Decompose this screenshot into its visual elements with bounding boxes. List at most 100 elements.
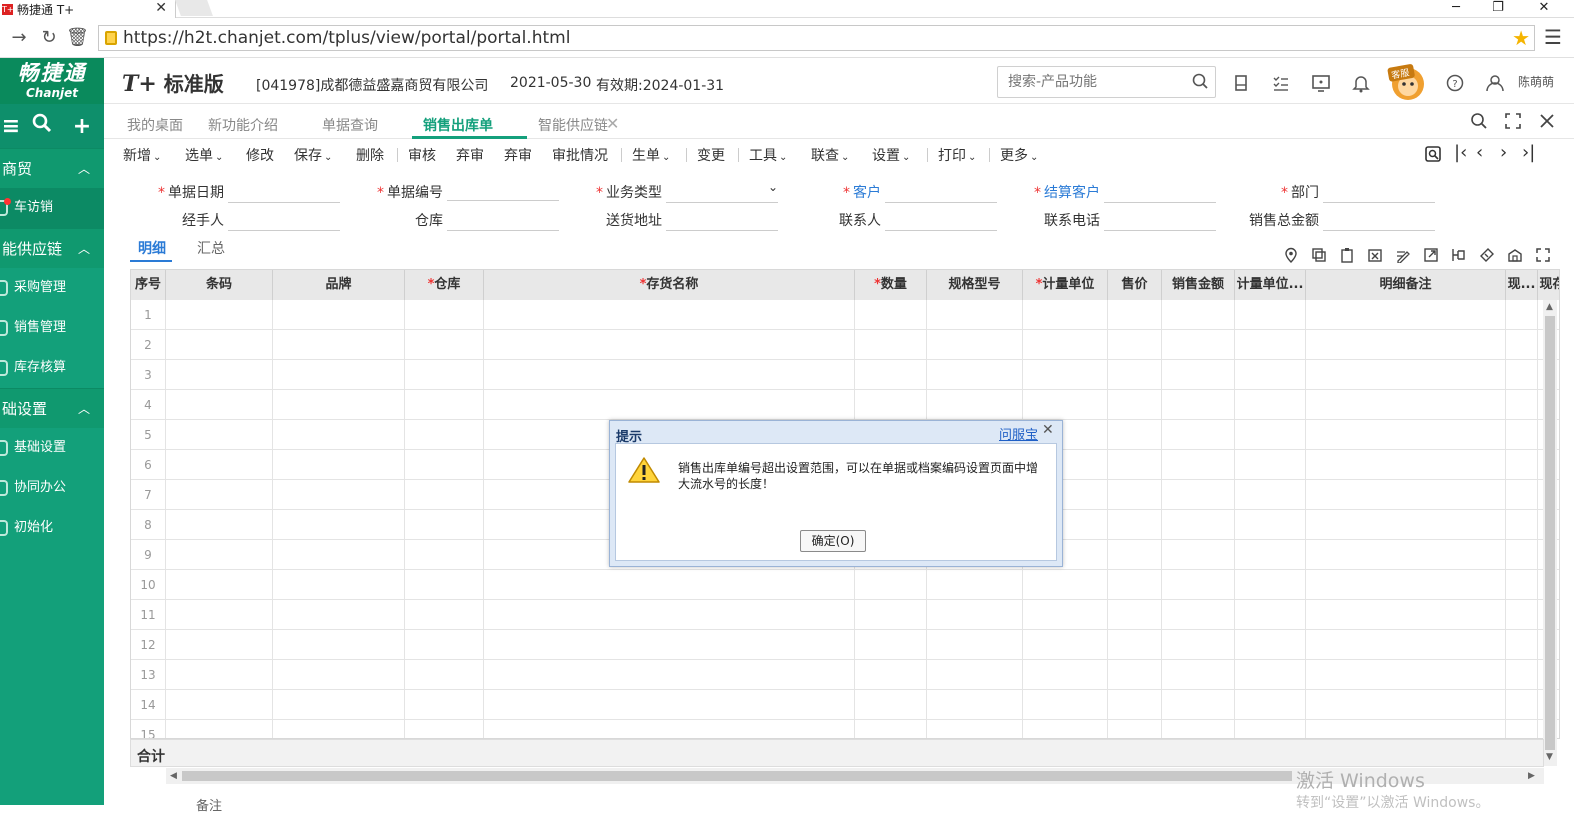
sidebar-item-init[interactable]: 初始化: [0, 508, 104, 548]
forward-icon[interactable]: →: [8, 26, 30, 50]
scroll-right-icon[interactable]: ▶: [1528, 771, 1535, 781]
code-field[interactable]: [447, 200, 559, 201]
help-icon[interactable]: ?: [1444, 72, 1466, 94]
warehouse-icon[interactable]: [1507, 247, 1523, 263]
sidebar-add-icon[interactable]: +: [62, 114, 102, 139]
unaudit-button[interactable]: 弃审: [456, 145, 484, 165]
address-field[interactable]: [666, 230, 778, 231]
search-icon[interactable]: [1470, 112, 1488, 130]
tools-button[interactable]: 工具 ⌄: [749, 145, 787, 165]
close-window-icon[interactable]: ✕: [1524, 0, 1564, 18]
tab-new-features[interactable]: 新功能介绍: [208, 115, 278, 135]
approval-status-button[interactable]: 审批情况: [552, 145, 608, 165]
close-tab-icon[interactable]: ✕: [606, 114, 619, 133]
new-tab-button[interactable]: [175, 0, 213, 16]
customer-field[interactable]: [885, 202, 997, 203]
scroll-up-icon[interactable]: ▲: [1546, 302, 1553, 312]
change-button[interactable]: 变更: [697, 145, 725, 165]
linked-query-button[interactable]: 联查 ⌄: [811, 145, 849, 165]
scroll-down-icon[interactable]: ▼: [1546, 752, 1553, 762]
search-icon[interactable]: [1191, 72, 1209, 90]
print-button[interactable]: 打印 ⌄: [938, 145, 976, 165]
generate-button[interactable]: 生单 ⌄: [632, 145, 670, 165]
fullscreen-icon[interactable]: [1504, 112, 1522, 130]
delete-row-icon[interactable]: [1367, 247, 1383, 263]
table-row[interactable]: 3: [131, 360, 1559, 390]
user-avatar-icon[interactable]: [1484, 72, 1506, 94]
next-page-icon[interactable]: ›: [1500, 143, 1507, 163]
monitor-icon[interactable]: [1310, 72, 1332, 94]
table-row[interactable]: 1: [131, 300, 1559, 330]
horizontal-scroll-thumb[interactable]: [182, 771, 1292, 781]
column-header[interactable]: *存货名称: [484, 270, 855, 300]
close-icon[interactable]: ✕: [1042, 422, 1054, 438]
edit-button[interactable]: 修改: [246, 145, 274, 165]
column-header[interactable]: 序号: [131, 270, 166, 300]
table-row[interactable]: 11: [131, 600, 1559, 630]
table-row[interactable]: 15: [131, 720, 1559, 738]
settings-button[interactable]: 设置 ⌄: [872, 145, 910, 165]
customer-service-mascot-icon[interactable]: 客服: [1380, 62, 1434, 102]
edit-row-icon[interactable]: [1395, 247, 1411, 263]
tag-icon[interactable]: [1479, 247, 1495, 263]
bookmark-icon[interactable]: [1230, 72, 1252, 94]
handler-field[interactable]: [228, 230, 340, 231]
prev-page-icon[interactable]: ‹: [1476, 143, 1483, 163]
vertical-scroll-thumb[interactable]: [1545, 316, 1555, 750]
sidebar-search-icon[interactable]: [22, 113, 62, 139]
column-header[interactable]: *计量单位: [1023, 270, 1108, 300]
column-header[interactable]: 计量单位...: [1235, 270, 1306, 300]
tab-sales-outbound[interactable]: 销售出库单: [423, 115, 493, 135]
sidebar-item-basic-settings[interactable]: 基础设置: [0, 428, 104, 468]
dept-field[interactable]: [1323, 202, 1435, 203]
notification-bell-icon[interactable]: [1350, 72, 1372, 94]
split-icon[interactable]: [1451, 247, 1467, 263]
menu-icon[interactable]: ≡: [0, 114, 22, 139]
column-header[interactable]: 明细备注: [1306, 270, 1506, 300]
column-header[interactable]: 品牌: [273, 270, 405, 300]
tab-smart-supply-chain[interactable]: 智能供应链: [538, 115, 608, 135]
sidebar-item-sales[interactable]: 销售管理: [0, 308, 104, 348]
column-header[interactable]: 规格型号: [927, 270, 1023, 300]
date-field[interactable]: [228, 202, 340, 203]
username[interactable]: 陈萌萌: [1518, 73, 1554, 90]
browser-tab[interactable]: T+ 畅捷通 T+ ✕: [0, 0, 176, 18]
locate-document-icon[interactable]: [1424, 145, 1442, 163]
reload-icon[interactable]: ↻: [38, 26, 60, 50]
trash-icon[interactable]: 🗑: [66, 26, 89, 50]
sidebar-item-purchase[interactable]: 采购管理: [0, 268, 104, 308]
url-field[interactable]: https://h2t.chanjet.com/tplus/view/porta…: [98, 25, 1535, 51]
sidebar-group-supply-chain[interactable]: 能供应链 ︿: [0, 228, 104, 268]
ok-button[interactable]: 确定(O): [800, 530, 866, 552]
warehouse-field[interactable]: [447, 230, 559, 231]
more-button[interactable]: 更多 ⌄: [1000, 145, 1038, 165]
sidebar-group-trade[interactable]: 商贸 ︿: [0, 148, 104, 188]
table-row[interactable]: 4: [131, 390, 1559, 420]
table-row[interactable]: 12: [131, 630, 1559, 660]
column-header[interactable]: *数量: [855, 270, 927, 300]
first-page-icon[interactable]: |‹: [1454, 143, 1467, 163]
tab-summary[interactable]: 汇总: [197, 238, 225, 258]
tab-detail[interactable]: 明细: [138, 238, 166, 258]
delete-button[interactable]: 删除: [356, 145, 384, 165]
save-button[interactable]: 保存 ⌄: [294, 145, 332, 165]
customer-label[interactable]: * 客户: [771, 182, 881, 202]
tab-my-desktop[interactable]: 我的桌面: [127, 115, 183, 135]
sidebar-item-car-sales[interactable]: 车访销: [0, 188, 104, 228]
minimize-icon[interactable]: ─: [1436, 0, 1476, 18]
biztype-select[interactable]: ⌄: [666, 180, 778, 200]
audit-button[interactable]: 审核: [408, 145, 436, 165]
column-header[interactable]: 条码: [166, 270, 273, 300]
unaudit-button-2[interactable]: 弃审: [504, 145, 532, 165]
sidebar-group-basic-settings[interactable]: 础设置 ︿: [0, 388, 104, 428]
table-row[interactable]: 2: [131, 330, 1559, 360]
task-list-icon[interactable]: [1270, 72, 1292, 94]
copy-row-icon[interactable]: [1311, 247, 1327, 263]
close-icon[interactable]: [1538, 112, 1556, 130]
location-pin-icon[interactable]: [1283, 247, 1299, 263]
column-header[interactable]: 销售金额: [1162, 270, 1235, 300]
table-row[interactable]: 10: [131, 570, 1559, 600]
help-link[interactable]: 问服宝: [999, 424, 1038, 443]
tab-document-query[interactable]: 单据查询: [322, 115, 378, 135]
select-button[interactable]: 选单 ⌄: [185, 145, 223, 165]
